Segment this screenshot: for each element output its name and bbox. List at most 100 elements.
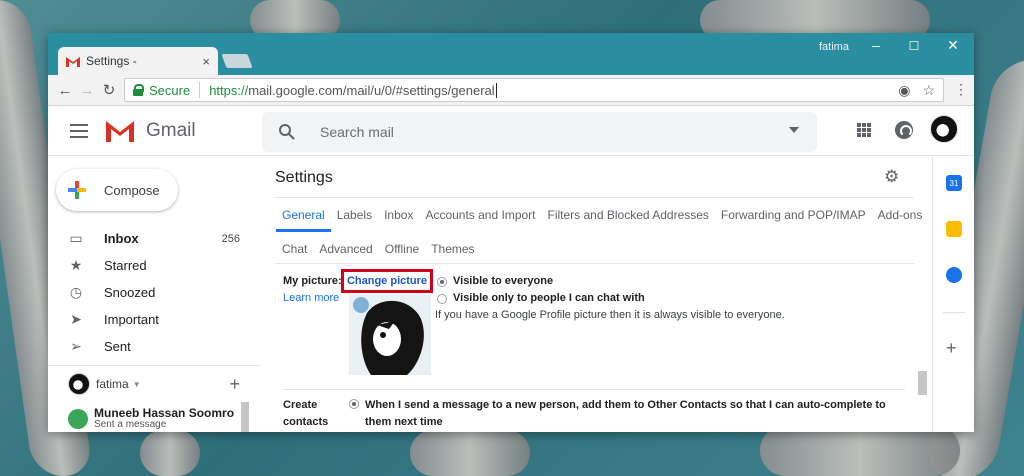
hangouts-user-row[interactable]: fatima ▼ + [48,366,260,402]
create-contacts-label: Create contacts for [283,399,329,428]
new-tab-button[interactable] [221,54,253,68]
reload-icon[interactable]: ↻ [98,81,120,99]
hangouts-user-name: fatima [96,377,129,391]
settings-tabs: General Labels Inbox Accounts and Import… [274,197,922,266]
address-separator [199,82,201,98]
change-picture-link[interactable]: Change picture [341,269,433,293]
main-scrollbar[interactable] [918,371,927,395]
divider [283,389,905,390]
tab-advanced[interactable]: Advanced [319,242,372,256]
unread-count: 256 [221,232,240,245]
browser-menu-icon[interactable]: ⋮ [954,81,968,98]
side-panel: 31 + [932,157,974,432]
gmail-logo[interactable]: Gmail [104,119,196,143]
keep-icon[interactable] [946,221,962,237]
forward-arrow-icon[interactable]: → [76,82,98,99]
star-icon: ★ [69,257,83,273]
lock-icon [133,84,144,96]
my-picture-label: My picture: [283,275,342,287]
tab-accounts-import[interactable]: Accounts and Import [425,208,535,222]
contact-status: Sent a message [94,419,167,431]
tab-general[interactable]: General [276,208,331,232]
hangouts-contact[interactable]: Muneeb Hassan Soomro Sent a message [48,402,260,432]
contact-avatar [68,409,88,429]
important-icon: ➤ [70,311,82,327]
background-branch [410,430,530,476]
search-bar[interactable] [262,112,817,152]
new-chat-plus-icon[interactable]: + [229,374,240,395]
bookmark-star-icon[interactable]: ☆ [922,82,935,99]
tab-inbox[interactable]: Inbox [384,208,413,222]
tab-labels[interactable]: Labels [337,208,372,222]
sidebar-scrollbar[interactable] [241,402,249,432]
url-scheme: https:// [209,82,249,98]
create-contacts-option: When I send a message to a new person, a… [365,399,886,428]
sidebar-item-important[interactable]: ➤ Important [48,306,260,333]
tab-close-icon[interactable]: × [202,54,210,69]
sidebar-item-starred[interactable]: ★ Starred [48,252,260,279]
sidebar-item-label: Sent [104,339,131,354]
minimize-button[interactable]: – [866,37,886,53]
sidebar-item-sent[interactable]: ➢ Sent [48,333,260,360]
tab-forwarding[interactable]: Forwarding and POP/IMAP [721,208,866,222]
hangouts-panel: fatima ▼ + Muneeb Hassan Soomro Sent a m… [48,365,260,432]
search-input[interactable] [320,124,740,140]
profile-name[interactable]: fatima [819,41,849,53]
mailbox-nav: ▭ Inbox 256 ★ Starred ◷ Snoozed ➤ Import… [48,225,260,360]
send-icon: ➢ [70,338,82,354]
tab-title: Settings - [86,54,137,68]
search-options-icon[interactable] [789,127,799,133]
background-branch [760,425,960,476]
hangouts-avatar [68,373,90,395]
tasks-icon[interactable] [946,267,962,283]
sidebar: Compose ▭ Inbox 256 ★ Starred ◷ Snoozed … [48,157,260,432]
main-menu-icon[interactable] [70,124,88,138]
settings-tabs-row-2: Chat Advanced Offline Themes [274,232,914,266]
learn-more-link[interactable]: Learn more [283,292,339,304]
tab-chat[interactable]: Chat [282,242,307,256]
maximize-button[interactable]: ☐ [904,39,924,53]
visible-chat-radio[interactable] [437,294,447,304]
gear-icon[interactable]: ⚙ [884,167,899,187]
gmail-wordmark: Gmail [146,120,196,141]
apps-grid-icon[interactable] [857,123,871,137]
my-picture-setting: My picture: Learn more Change picture Vi… [275,269,915,389]
url-host: mail.google.com [248,82,343,98]
divider [943,312,965,313]
compose-plus-icon [68,181,86,199]
sidebar-item-label: Inbox [104,231,139,246]
address-bar-icons: ◉ ☆ [898,82,935,99]
settings-tabs-row-1: General Labels Inbox Accounts and Import… [274,198,922,232]
visible-everyone-radio[interactable] [437,277,447,287]
tab-filters[interactable]: Filters and Blocked Addresses [548,208,709,222]
inbox-icon: ▭ [69,230,83,246]
address-bar[interactable]: Secure https:// mail.google.com /mail/u/… [124,78,944,102]
sidebar-item-snoozed[interactable]: ◷ Snoozed [48,279,260,306]
tab-themes[interactable]: Themes [431,242,474,256]
gmail-m-icon [106,121,134,142]
compose-button[interactable]: Compose [56,169,178,211]
calendar-icon[interactable]: 31 [946,175,962,191]
account-avatar[interactable] [930,115,958,143]
url-path: /mail/u/0/#settings/general [342,82,495,98]
notifications-icon[interactable] [895,121,913,139]
tab-addons[interactable]: Add-ons [878,208,923,222]
text-cursor [495,82,497,98]
tab-offline[interactable]: Offline [385,242,419,256]
profile-picture [349,295,431,375]
back-arrow-icon[interactable]: ← [54,82,76,99]
picture-note: If you have a Google Profile picture the… [435,309,785,321]
sidebar-item-inbox[interactable]: ▭ Inbox 256 [48,225,260,252]
background-branch [140,430,200,476]
get-addons-plus-icon[interactable]: + [946,338,957,359]
search-icon[interactable] [278,123,296,141]
browser-tab[interactable]: Settings - × [58,47,218,75]
title-bar: Settings - × fatima – ☐ ✕ [48,33,974,75]
visible-everyone-label: Visible to everyone [453,275,554,287]
compose-label: Compose [104,182,160,198]
chevron-down-icon[interactable]: ▼ [133,380,141,389]
eye-icon[interactable]: ◉ [898,82,910,99]
create-contacts-radio[interactable] [349,399,359,409]
close-window-button[interactable]: ✕ [943,37,963,54]
clock-icon: ◷ [69,284,83,300]
